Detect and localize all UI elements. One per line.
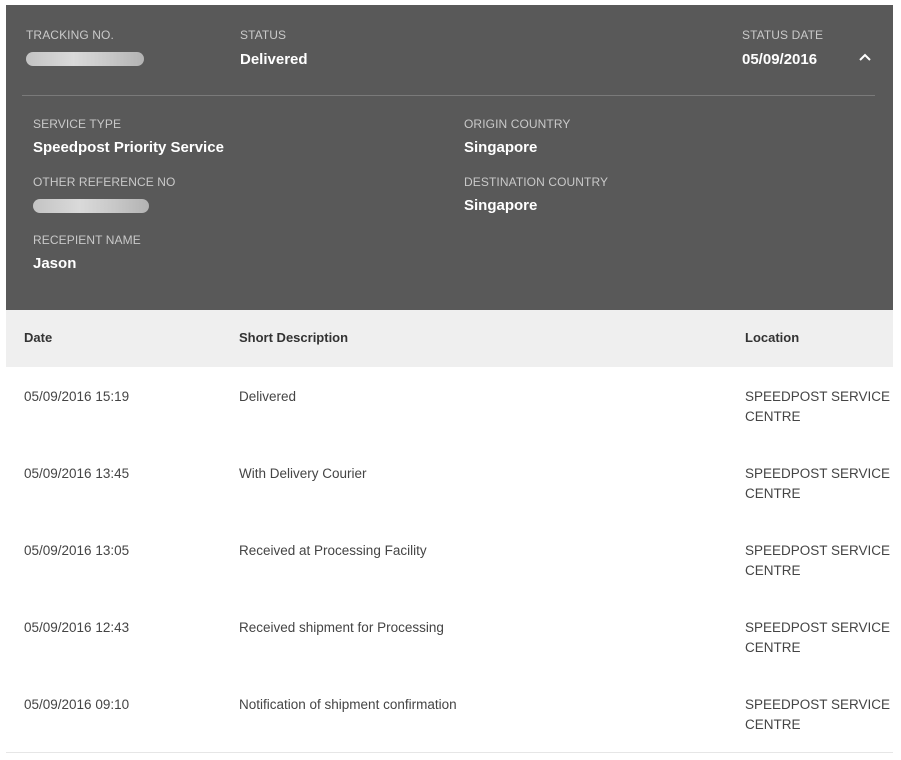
- other-reference-redacted: [33, 199, 149, 213]
- table-row: 05/09/2016 13:45 With Delivery Courier S…: [6, 444, 893, 522]
- destination-country-label: DESTINATION COUNTRY: [464, 175, 609, 189]
- service-type-label: SERVICE TYPE: [33, 117, 122, 131]
- chevron-up-icon[interactable]: [856, 49, 874, 63]
- origin-country-value: Singapore: [464, 139, 538, 156]
- column-header-description: Short Description: [239, 330, 349, 345]
- table-row: 05/09/2016 12:43 Received shipment for P…: [6, 598, 893, 676]
- tracking-no-redacted: [26, 52, 144, 66]
- other-reference-label: OTHER REFERENCE NO: [33, 175, 176, 189]
- status-label: STATUS: [240, 28, 287, 42]
- recipient-label: RECEPIENT NAME: [33, 233, 141, 247]
- table-row: 05/09/2016 15:19 Delivered SPEEDPOST SER…: [6, 367, 893, 445]
- row-description: Received at Processing Facility: [239, 543, 427, 558]
- column-header-location: Location: [745, 330, 800, 345]
- row-date: 05/09/2016 13:45: [24, 466, 130, 481]
- row-description: Delivered: [239, 389, 297, 404]
- row-location: SPEEDPOST SERVICE CENTRE: [745, 620, 891, 655]
- divider: [22, 95, 875, 96]
- row-description: Received shipment for Processing: [239, 620, 444, 635]
- row-date: 05/09/2016 09:10: [24, 697, 130, 712]
- status-date-label: STATUS DATE: [742, 28, 824, 42]
- row-description: Notification of shipment confirmation: [239, 697, 457, 712]
- table-header: Date Short Description Location: [6, 310, 893, 367]
- tracking-no-label: TRACKING NO.: [26, 28, 114, 42]
- origin-country-label: ORIGIN COUNTRY: [464, 117, 571, 131]
- row-date: 05/09/2016 15:19: [24, 389, 130, 404]
- shipment-summary-panel: TRACKING NO. STATUS Delivered STATUS DAT…: [6, 5, 893, 310]
- recipient-value: Jason: [33, 255, 77, 272]
- row-date: 05/09/2016 13:05: [24, 543, 130, 558]
- row-date: 05/09/2016 12:43: [24, 620, 130, 635]
- destination-country-value: Singapore: [464, 197, 538, 214]
- row-description: With Delivery Courier: [239, 466, 367, 481]
- table-row: 05/09/2016 09:10 Notification of shipmen…: [6, 675, 893, 753]
- column-header-date: Date: [24, 330, 53, 345]
- table-row: 05/09/2016 13:05 Received at Processing …: [6, 521, 893, 599]
- row-location: SPEEDPOST SERVICE CENTRE: [745, 543, 891, 578]
- row-location: SPEEDPOST SERVICE CENTRE: [745, 697, 891, 732]
- status-date-value: 05/09/2016: [742, 51, 818, 68]
- row-location: SPEEDPOST SERVICE CENTRE: [745, 389, 891, 424]
- row-location: SPEEDPOST SERVICE CENTRE: [745, 466, 891, 501]
- status-value: Delivered: [240, 51, 308, 68]
- service-type-value: Speedpost Priority Service: [33, 139, 224, 156]
